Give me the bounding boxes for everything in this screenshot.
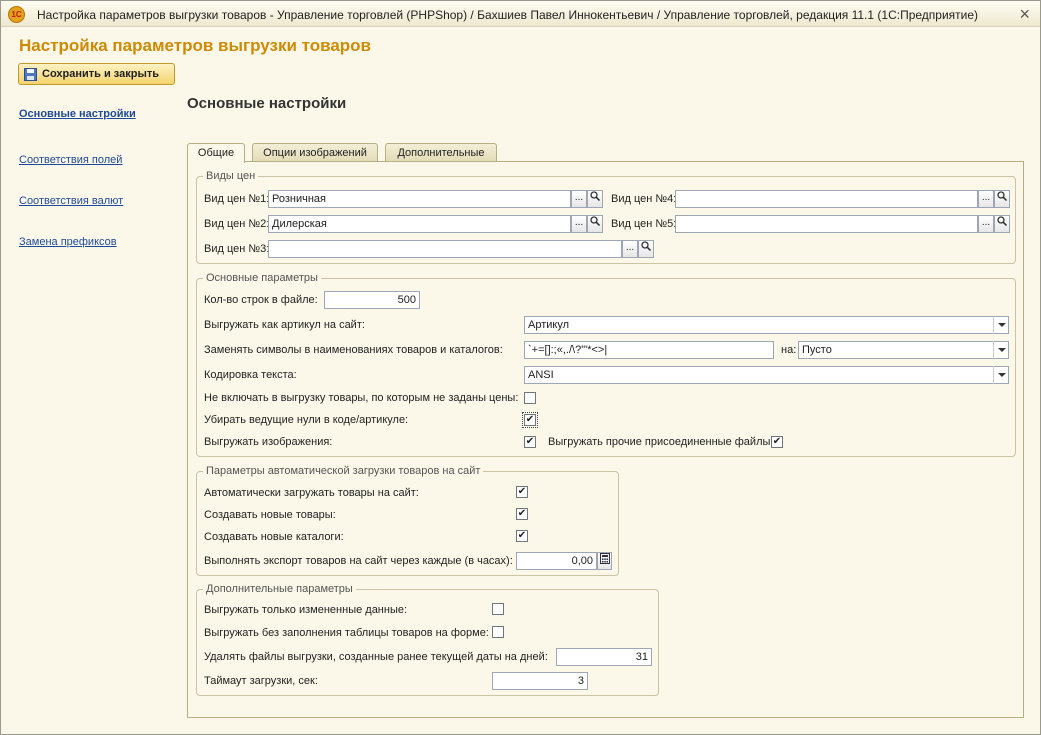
rows-per-file-label: Кол-во строк в файле: — [204, 294, 318, 306]
title-bar: 1С Настройка параметров выгрузки товаров… — [1, 1, 1040, 27]
price-type-2-search-icon[interactable] — [587, 215, 603, 233]
window-title: Настройка параметров выгрузки товаров - … — [37, 8, 979, 22]
price-type-1-search-icon[interactable] — [587, 190, 603, 208]
timeout-label: Таймаут загрузки, сек: — [204, 675, 318, 687]
extra-params-title: Дополнительные параметры — [203, 583, 356, 595]
rows-per-file-field[interactable]: 500 — [324, 291, 420, 309]
article-label: Выгружать как артикул на сайт: — [204, 319, 365, 331]
tab-general[interactable]: Общие — [187, 143, 245, 163]
create-products-checkbox[interactable]: ✔ — [516, 508, 528, 520]
encoding-select[interactable]: ANSI — [524, 366, 1009, 384]
delete-files-days-field[interactable]: 31 — [556, 648, 652, 666]
create-catalogs-checkbox[interactable]: ✔ — [516, 530, 528, 542]
auto-load-label: Автоматически загружать товары на сайт: — [204, 487, 419, 499]
nav-item-main-settings[interactable]: Основные настройки — [19, 108, 136, 120]
replace-to-label: на: — [781, 344, 797, 356]
calculator-icon[interactable] — [597, 552, 612, 570]
price-type-4-search-icon[interactable] — [994, 190, 1010, 208]
export-images-label: Выгружать изображения: — [204, 436, 333, 448]
article-dropdown-chevron-down-icon[interactable] — [993, 316, 1008, 334]
replace-chars-label: Заменять символы в наименованиях товаров… — [204, 344, 503, 356]
no-table-label: Выгружать без заполнения таблицы товаров… — [204, 627, 489, 639]
tab-additional[interactable]: Дополнительные — [385, 143, 497, 162]
price-type-2-label: Вид цен №2: — [204, 218, 270, 230]
nav-item-prefix-replace[interactable]: Замена префиксов — [19, 236, 117, 248]
delete-files-label: Удалять файлы выгрузки, созданные ранее … — [204, 651, 548, 663]
app-logo-icon: 1С — [8, 6, 25, 23]
extra-params-group: Дополнительные параметры Выгружать тольк… — [196, 583, 659, 696]
export-files-checkbox[interactable]: ✔ — [771, 436, 783, 448]
price-type-4-pick-button[interactable]: ... — [978, 190, 994, 208]
create-products-label: Создавать новые товары: — [204, 509, 336, 521]
form-title: Настройка параметров выгрузки товаров — [19, 36, 372, 55]
price-type-3-field[interactable] — [268, 240, 622, 258]
export-images-checkbox[interactable]: ✔ — [524, 436, 536, 448]
price-type-3-label: Вид цен №3: — [204, 243, 270, 255]
auto-params-title: Параметры автоматической загрузки товаро… — [203, 465, 484, 477]
price-type-1-field[interactable]: Розничная — [268, 190, 571, 208]
price-type-5-label: Вид цен №5: — [611, 218, 677, 230]
save-and-close-button[interactable]: Сохранить и закрыть — [18, 63, 175, 85]
auto-load-checkbox[interactable]: ✔ — [516, 486, 528, 498]
tab-panel-general: Виды цен Вид цен №1: Розничная ... Вид ц… — [187, 161, 1024, 718]
exclude-no-price-label: Не включать в выгрузку товары, по которы… — [204, 392, 519, 404]
article-select[interactable]: Артикул — [524, 316, 1009, 334]
app-window: 1С Настройка параметров выгрузки товаров… — [0, 0, 1041, 735]
no-table-checkbox[interactable] — [492, 626, 504, 638]
nav-item-field-mapping[interactable]: Соответствия полей — [19, 154, 122, 166]
price-type-4-field[interactable] — [675, 190, 978, 208]
replace-chars-field[interactable]: `+=[]:;«,./\?"'*<>| — [524, 341, 774, 359]
price-types-group: Виды цен Вид цен №1: Розничная ... Вид ц… — [196, 170, 1016, 264]
exclude-no-price-checkbox[interactable] — [524, 392, 536, 404]
section-title: Основные настройки — [187, 95, 347, 112]
price-type-3-search-icon[interactable] — [638, 240, 654, 258]
replace-to-select[interactable]: Пусто — [798, 341, 1009, 359]
encoding-chevron-down-icon[interactable] — [993, 366, 1008, 384]
changed-only-label: Выгружать только измененные данные: — [204, 604, 408, 616]
price-type-1-pick-button[interactable]: ... — [571, 190, 587, 208]
price-type-3-pick-button[interactable]: ... — [622, 240, 638, 258]
main-params-title: Основные параметры — [203, 272, 321, 284]
price-type-1-label: Вид цен №1: — [204, 193, 270, 205]
replace-to-chevron-down-icon[interactable] — [993, 341, 1008, 359]
auto-params-group: Параметры автоматической загрузки товаро… — [196, 465, 619, 576]
strip-zeros-checkbox[interactable]: ✔ — [522, 412, 538, 428]
price-type-4-label: Вид цен №4: — [611, 193, 677, 205]
interval-label: Выполнять экспорт товаров на сайт через … — [204, 555, 513, 567]
main-params-group: Основные параметры Кол-во строк в файле:… — [196, 272, 1016, 457]
price-types-title: Виды цен — [203, 170, 259, 182]
price-type-5-field[interactable] — [675, 215, 978, 233]
encoding-label: Кодировка текста: — [204, 369, 297, 381]
nav-item-currency-mapping[interactable]: Соответствия валют — [19, 195, 123, 207]
export-files-label: Выгружать прочие присоединенные файлы: — [548, 436, 774, 448]
save-disk-icon — [24, 67, 37, 81]
create-catalogs-label: Создавать новые каталоги: — [204, 531, 344, 543]
close-icon[interactable]: × — [1019, 4, 1030, 25]
strip-zeros-label: Убирать ведущие нули в коде/артикуле: — [204, 414, 409, 426]
interval-field[interactable]: 0,00 — [516, 552, 597, 570]
changed-only-checkbox[interactable] — [492, 603, 504, 615]
price-type-5-pick-button[interactable]: ... — [978, 215, 994, 233]
price-type-2-pick-button[interactable]: ... — [571, 215, 587, 233]
timeout-field[interactable]: 3 — [492, 672, 588, 690]
price-type-5-search-icon[interactable] — [994, 215, 1010, 233]
save-and-close-label: Сохранить и закрыть — [42, 68, 159, 80]
tab-image-options[interactable]: Опции изображений — [252, 143, 378, 162]
price-type-2-field[interactable]: Дилерская — [268, 215, 571, 233]
